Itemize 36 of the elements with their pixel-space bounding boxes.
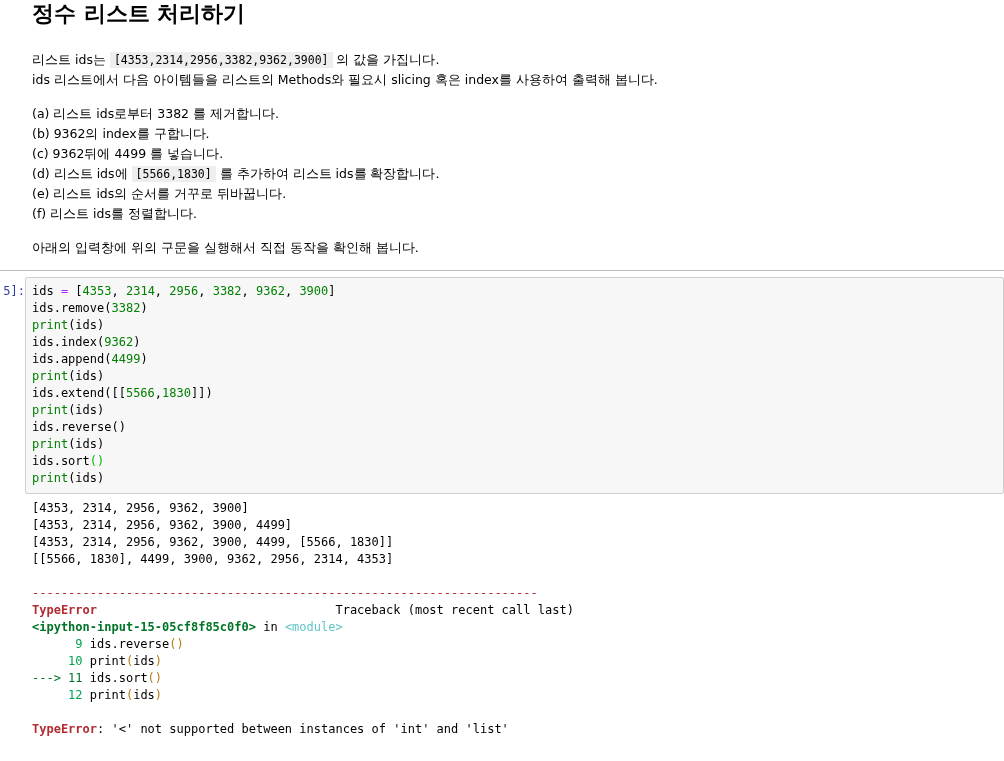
output-line: [4353, 2314, 2956, 9362, 3900]: [32, 500, 250, 517]
code-line: ids.remove(3382): [32, 300, 149, 317]
task-item: (f) 리스트 ids를 정렬합니다.: [32, 205, 198, 223]
code-line: ids.extend([[5566,1830]]): [32, 385, 214, 402]
task-item: (b) 9362의 index를 구합니다.: [32, 125, 211, 143]
paragraph-text: 아래의 입력창에 위의 구문을 실행해서 직접 동작을 확인해 봅니다.: [32, 239, 420, 257]
paragraph-text: ids 리스트에서 다음 아이템들을 리스트의 Methods와 필요시 slicing 혹은 index를 사용하여 출력해 봅니다.: [32, 71, 659, 89]
output-line: [[5566, 1830], 4499, 3900, 9362, 2956, 2314, 4353]: [32, 551, 395, 568]
traceback-line: ----------------------------------------------------------------------: [32, 585, 539, 602]
task-item: (d) 리스트 ids에 [5566,1830] 를 추가하여 리스트 ids를 확장합니다.: [32, 165, 441, 184]
code-line: print(ids): [32, 402, 106, 419]
traceback-line: <ipython-input-15-05cf8f85c0f0> in <module>: [32, 619, 344, 636]
code-line: print(ids): [32, 317, 106, 334]
traceback-line: 9 ids.reverse(): [74, 636, 185, 653]
task-item: (a) 리스트 ids로부터 3382 를 제거합니다.: [32, 105, 280, 123]
traceback-line: ---> 11 ids.sort(): [32, 670, 164, 687]
output-line: [4353, 2314, 2956, 9362, 3900, 4499, [5566, 1830]]: [32, 534, 395, 551]
task-item: (c) 9362뒤에 4499 를 넣습니다.: [32, 145, 225, 163]
code-line: ids.append(4499): [32, 351, 149, 368]
error-message: TypeError: '<' not supported between instances of 'int' and 'list': [32, 721, 510, 738]
code-line: print(ids): [32, 436, 106, 453]
cell-prompt: 5]:: [2, 283, 25, 298]
task-item: (e) 리스트 ids의 순서를 거꾸로 뒤바꿉니다.: [32, 185, 288, 203]
paragraph-text: 리스트 ids는 [4353,2314,2956,3382,9362,3900] 의 값을 가집니다.: [32, 51, 441, 70]
traceback-line: 12 print(ids): [67, 687, 164, 704]
output-line: [4353, 2314, 2956, 9362, 3900, 4499]: [32, 517, 294, 534]
code-line: print(ids): [32, 368, 106, 385]
code-line: print(ids): [32, 470, 106, 487]
code-line: ids.sort(): [32, 453, 106, 470]
code-line: ids.index(9362): [32, 334, 142, 351]
traceback-line: 10 print(ids): [67, 653, 164, 670]
notebook-heading: 정수 리스트 처리하기: [32, 0, 247, 28]
code-line: ids = [4353, 2314, 2956, 3382, 9362, 3900]: [32, 283, 337, 300]
code-line: ids.reverse(): [32, 419, 127, 436]
code-editor[interactable]: ids = [4353, 2314, 2956, 3382, 9362, 3900] ids.remove(3382) print(ids) ids.index(9362) ids.append(4499) print(ids) ids.extend([[5566,1830]]) print(ids) ids.reverse() print(ids) ids.sort() print(ids): [25, 277, 1004, 494]
traceback-line: TypeError Traceback (most recent call last): [32, 602, 575, 619]
